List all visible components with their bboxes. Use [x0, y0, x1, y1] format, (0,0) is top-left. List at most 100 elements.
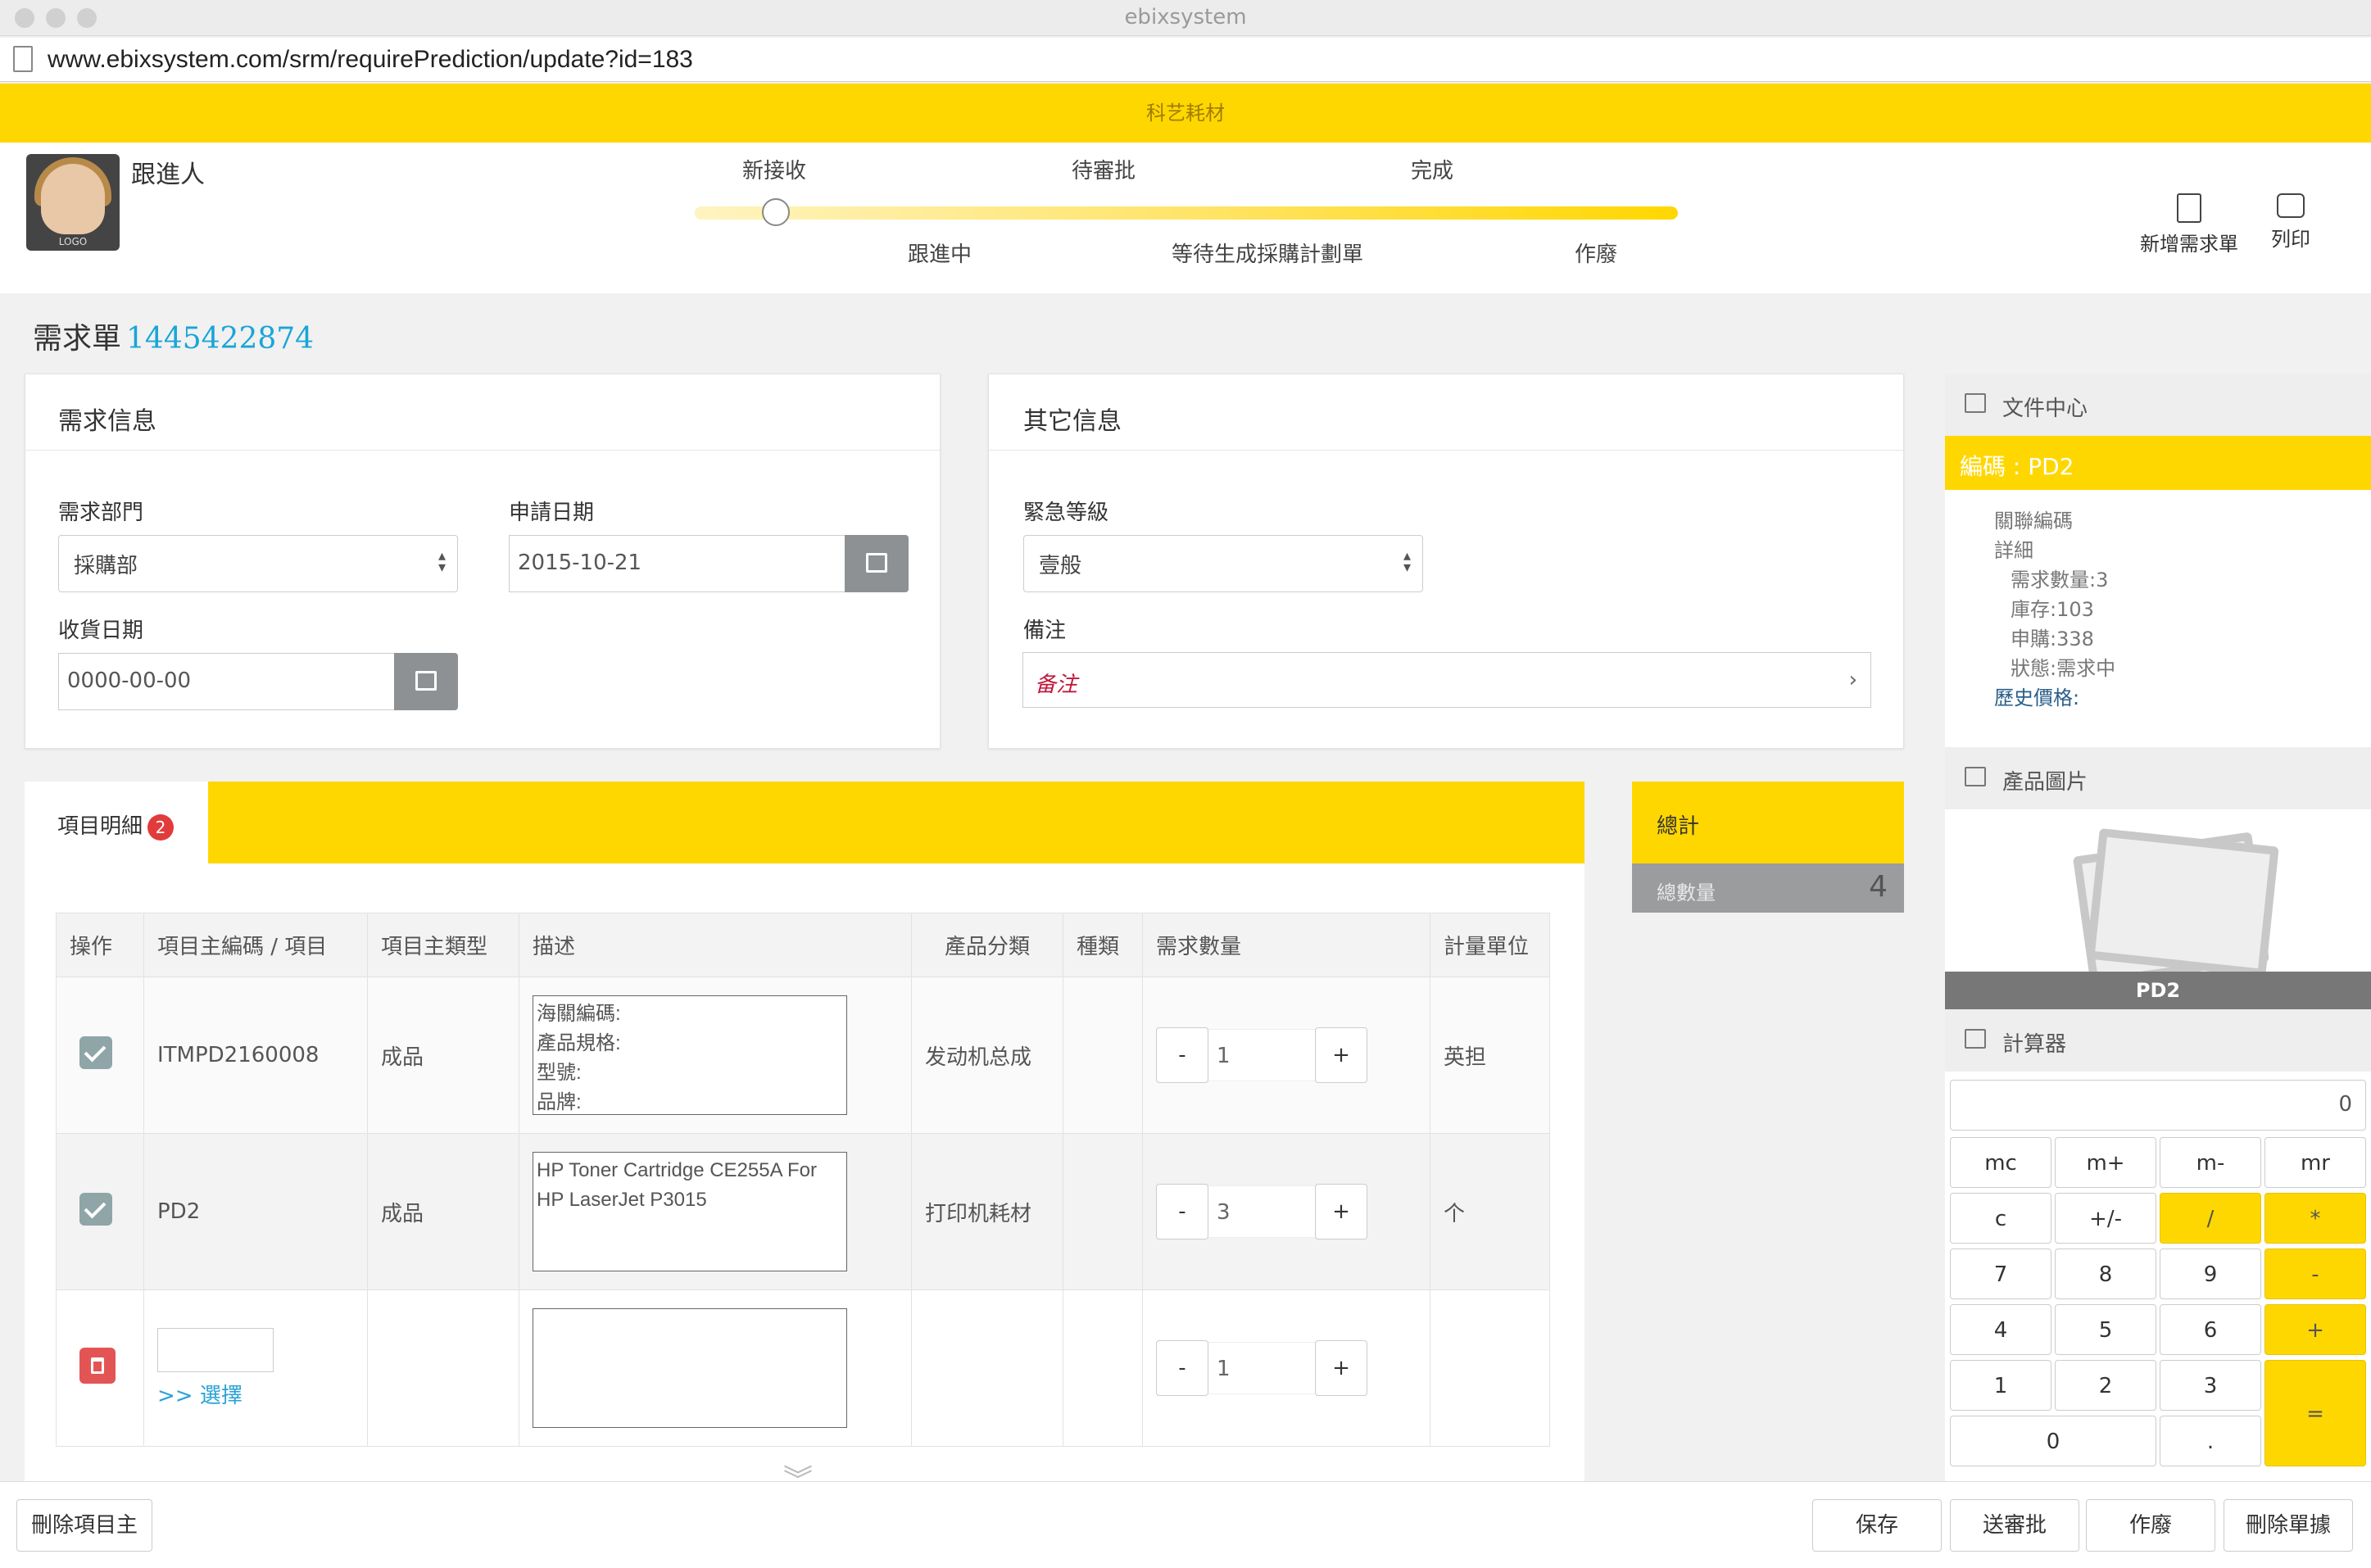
calc-key-8[interactable]: 8	[2055, 1249, 2156, 1299]
calc-key-decimal[interactable]: .	[2160, 1416, 2261, 1466]
product-image-caption: PD2	[1945, 972, 2371, 1009]
row-checkbox[interactable]	[79, 1036, 112, 1069]
submit-approval-button[interactable]: 送審批	[1950, 1499, 2079, 1552]
calculator-header[interactable]: 計算器	[1945, 1009, 2371, 1072]
delete-row-button[interactable]	[79, 1347, 116, 1384]
void-button[interactable]: 作廢	[2086, 1499, 2215, 1552]
print-button[interactable]: 列印	[2271, 193, 2310, 252]
tree-purchase: 申購:338	[2011, 628, 2094, 650]
calc-key-divide[interactable]: /	[2160, 1193, 2261, 1244]
calc-key-9[interactable]: 9	[2160, 1249, 2261, 1299]
calc-key-4[interactable]: 4	[1950, 1304, 2051, 1355]
row-description-textarea[interactable]: HP Toner Cartridge CE255A For HP LaserJe…	[533, 1152, 847, 1271]
calc-key-multiply[interactable]: *	[2264, 1193, 2366, 1244]
save-button[interactable]: 保存	[1812, 1499, 1942, 1552]
calc-key-minus[interactable]: -	[2264, 1249, 2366, 1299]
status-progress-knob[interactable]	[762, 198, 790, 226]
avatar[interactable]: LOGO	[26, 154, 120, 251]
calc-key-7[interactable]: 7	[1950, 1249, 2051, 1299]
calculator-label: 計算器	[2002, 1032, 2067, 1057]
row-description-textarea[interactable]	[533, 1308, 847, 1428]
calc-key-6[interactable]: 6	[2160, 1304, 2261, 1355]
new-requirement-label: 新增需求單	[2140, 233, 2238, 256]
panel-divider	[989, 450, 1903, 451]
qty-decrement-button[interactable]: -	[1156, 1184, 1208, 1239]
item-code-bar[interactable]: 編碼 : PD2	[1945, 436, 2371, 490]
delete-document-button[interactable]: 刪除單據	[2224, 1499, 2353, 1552]
table-row: ITMPD2160008 成品 海關編碼: 產品規格: 型號: 品牌: 发动机总…	[56, 977, 1550, 1134]
urgency-select[interactable]: 壹般 ▴ ▾	[1023, 535, 1423, 592]
calc-key-5[interactable]: 5	[2055, 1304, 2156, 1355]
row-checkbox[interactable]	[79, 1192, 112, 1226]
calculator-icon	[1965, 1029, 1986, 1049]
calc-key-1[interactable]: 1	[1950, 1360, 2051, 1411]
qty-increment-button[interactable]: +	[1315, 1027, 1367, 1083]
calculator-display[interactable]: 0	[1950, 1080, 2366, 1131]
tree-detail[interactable]: 詳細	[1994, 534, 2033, 563]
qty-decrement-button[interactable]: -	[1156, 1340, 1208, 1396]
items-table: 操作 項目主編碼 / 項目 項目主類型 描述 產品分類 種類 需求數量 計量單位…	[56, 913, 1550, 1447]
product-image-header[interactable]: 產品圖片	[1945, 747, 2371, 809]
table-header-row: 操作 項目主編碼 / 項目 項目主類型 描述 產品分類 種類 需求數量 計量單位	[56, 913, 1550, 977]
calc-key-clear[interactable]: c	[1950, 1193, 2051, 1244]
qty-input[interactable]: 3	[1208, 1185, 1315, 1238]
qty-increment-button[interactable]: +	[1315, 1340, 1367, 1396]
new-document-icon	[2177, 193, 2201, 223]
url-text[interactable]: www.ebixsystem.com/srm/requirePrediction…	[48, 46, 693, 74]
row-code: PD2	[143, 1133, 368, 1290]
calc-key-plus[interactable]: +	[2264, 1304, 2366, 1355]
tree-history-price[interactable]: 歷史價格:	[1994, 682, 2079, 710]
select-arrows-icon: ▴ ▾	[437, 547, 446, 576]
qty-input[interactable]: 1	[1208, 1342, 1315, 1394]
address-bar[interactable]: www.ebixsystem.com/srm/requirePrediction…	[0, 38, 2371, 82]
file-list-icon	[1965, 393, 1986, 413]
receive-date-input[interactable]: 0000-00-00	[58, 653, 402, 710]
select-item-link[interactable]: >> 選擇	[157, 1379, 354, 1409]
new-item-code-input[interactable]	[157, 1327, 274, 1372]
print-label: 列印	[2271, 228, 2310, 251]
image-icon	[1965, 767, 1986, 786]
col-qty: 需求數量	[1142, 913, 1430, 977]
row-category: 发动机总成	[911, 977, 1063, 1134]
remark-field[interactable]: 备注 ›	[1022, 652, 1871, 708]
window-title: ebixsystem	[1124, 5, 1247, 29]
row-description-textarea[interactable]: 海關編碼: 產品規格: 型號: 品牌:	[533, 995, 847, 1115]
table-row-new: >> 選擇 - 1 +	[56, 1289, 1550, 1447]
calc-key-sign[interactable]: +/-	[2055, 1193, 2156, 1244]
calc-key-0[interactable]: 0	[1950, 1416, 2156, 1466]
tab-item-details[interactable]: 項目明細 2	[25, 782, 208, 863]
qty-increment-button[interactable]: +	[1315, 1184, 1367, 1239]
assignee-label: 跟進人	[131, 161, 205, 189]
apply-date-calendar-button[interactable]	[845, 535, 909, 592]
apply-date-input[interactable]: 2015-10-21	[509, 535, 853, 592]
delete-item-button[interactable]: 刪除項目主	[16, 1499, 152, 1552]
stage-new: 新接收	[742, 159, 807, 184]
calc-key-mr[interactable]: mr	[2264, 1137, 2366, 1188]
other-info-title: 其它信息	[1023, 407, 1122, 436]
new-requirement-button[interactable]: 新增需求單	[2140, 193, 2238, 256]
calc-key-mplus[interactable]: m+	[2055, 1137, 2156, 1188]
qty-decrement-button[interactable]: -	[1156, 1027, 1208, 1083]
department-value: 採購部	[74, 554, 138, 578]
row-kind	[1063, 1133, 1143, 1290]
qty-input[interactable]: 1	[1208, 1029, 1315, 1081]
page-title: 需求單 1445422874	[33, 315, 314, 357]
totals-header: 總計	[1632, 782, 1904, 863]
row-kind	[1063, 977, 1143, 1134]
calc-key-2[interactable]: 2	[2055, 1360, 2156, 1411]
product-image-label: 產品圖片	[2002, 770, 2088, 795]
urgency-value: 壹般	[1039, 554, 1082, 578]
calc-key-3[interactable]: 3	[2160, 1360, 2261, 1411]
department-select[interactable]: 採購部 ▴ ▾	[58, 535, 458, 592]
calc-key-mc[interactable]: mc	[1950, 1137, 2051, 1188]
calc-key-equals[interactable]: =	[2264, 1360, 2366, 1466]
row-type: 成品	[367, 977, 519, 1134]
receive-date-calendar-button[interactable]	[394, 653, 458, 710]
page-header: LOGO 跟進人 新接收 待審批 完成 跟進中 等待生成採購計劃單 作廢 新增需…	[0, 143, 2371, 293]
product-image[interactable]	[1945, 811, 2371, 987]
calc-key-mminus[interactable]: m-	[2160, 1137, 2261, 1188]
item-count-badge: 2	[147, 814, 175, 841]
items-tab-strip	[208, 782, 1584, 863]
tree-linked-code[interactable]: 關聯編碼	[1994, 505, 2073, 533]
file-center-header[interactable]: 文件中心	[1945, 374, 2371, 436]
